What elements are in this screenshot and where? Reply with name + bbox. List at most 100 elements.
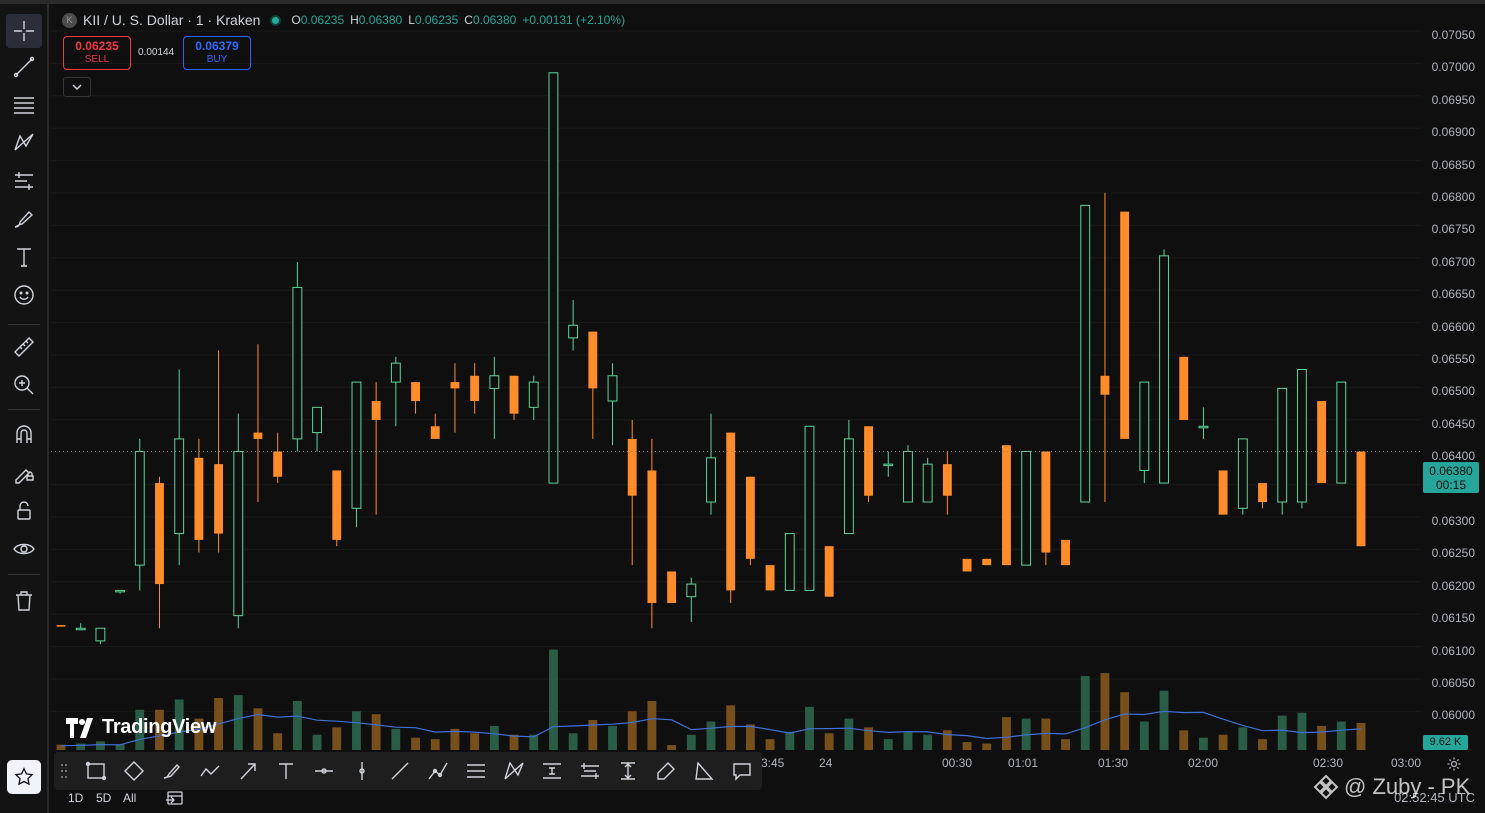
fib-tool[interactable] [6, 88, 42, 122]
price-range-tool[interactable] [538, 757, 566, 785]
callout-tool[interactable] [728, 757, 756, 785]
volume-bar [391, 728, 401, 750]
volume-bar [686, 734, 696, 750]
hide-drawings-tool[interactable] [6, 532, 42, 566]
close-value: 0.06380 [472, 13, 517, 27]
candle-body [824, 546, 834, 597]
polyline-tool[interactable] [424, 757, 452, 785]
candle-body [1317, 401, 1327, 484]
candle-body [390, 362, 401, 383]
user-watermark: @ Zuby - PK [1312, 773, 1470, 801]
symbol-title[interactable]: KII / U. S. Dollar · 1 · Kraken [83, 12, 260, 28]
ruler-tool[interactable] [6, 330, 42, 364]
chevron-down-icon [72, 84, 82, 90]
path-icon [200, 765, 220, 777]
sell-button[interactable]: 0.06235 SELL [63, 36, 131, 70]
price-tick: 0.06700 [1431, 254, 1475, 269]
close-label: C [464, 13, 473, 27]
market-status-icon[interactable] [270, 14, 282, 26]
lock-drawings-icon [15, 469, 34, 484]
ruler-icon [14, 337, 34, 357]
buy-label: BUY [206, 54, 228, 65]
volume-bar [726, 705, 736, 750]
crosshair-tool[interactable] [6, 14, 42, 48]
zoom-in-icon [14, 375, 34, 395]
arrow-tool[interactable] [234, 757, 262, 785]
volume-bar [1120, 692, 1130, 750]
binance-icon [1313, 774, 1339, 800]
candle-body [95, 627, 106, 642]
highlighter-tool[interactable] [652, 757, 680, 785]
volume-bar [470, 733, 480, 750]
rotated-rectangle-tool[interactable] [120, 757, 148, 785]
arrow-icon [240, 763, 256, 780]
trend-line-tool[interactable] [6, 50, 42, 84]
price-axis[interactable]: 0.07050 0.07000 0.06950 0.06900 0.06850 0.068… [1421, 4, 1485, 750]
zoom-in-tool[interactable] [6, 368, 42, 402]
candle-body [411, 382, 420, 402]
pattern-icon [14, 133, 34, 151]
price-tick: 0.06800 [1431, 190, 1475, 204]
range-5d-button[interactable]: 5D [96, 791, 111, 805]
candle-body [56, 625, 66, 627]
date-range-button[interactable] [165, 789, 185, 807]
price-tick: 0.06550 [1431, 352, 1475, 366]
range-all-button[interactable]: All [123, 791, 136, 805]
chart-settings-button[interactable] [1446, 756, 1462, 772]
line-tool[interactable] [386, 757, 414, 785]
triangle-tool[interactable] [690, 757, 718, 785]
volume-label: 9.62 K [1423, 735, 1468, 750]
lock-drawings-tool[interactable] [6, 456, 42, 490]
candle-body [1061, 539, 1070, 566]
volume-bar [903, 731, 913, 750]
candle-body [1159, 255, 1169, 484]
emoji-tool[interactable] [6, 278, 42, 312]
text-tool[interactable] [6, 240, 42, 274]
time-tick: 00:30 [942, 756, 973, 770]
time-tick: 01:01 [1008, 756, 1039, 770]
collapse-legend-button[interactable] [63, 77, 91, 97]
candle-body [548, 72, 559, 484]
date-range-tool[interactable] [576, 757, 604, 785]
text-draw-tool[interactable] [272, 757, 300, 785]
price-tick: 0.06950 [1431, 92, 1475, 107]
last-price-label: 0.06380 00:15 [1423, 462, 1479, 493]
pattern-tool[interactable] [6, 126, 42, 160]
path-tool[interactable] [196, 757, 224, 785]
vertical-line-tool[interactable] [348, 757, 376, 785]
change-value: +0.00131 (+2.10%) [522, 13, 626, 27]
line-icon [391, 762, 409, 780]
rectangle-tool[interactable] [82, 757, 110, 785]
date-price-range-tool[interactable] [614, 757, 642, 785]
forecast-tool[interactable] [6, 164, 42, 198]
favorites-button[interactable] [7, 760, 41, 794]
candle-body [843, 438, 854, 535]
brush-icon [163, 763, 180, 779]
candle-body [1258, 483, 1267, 503]
remove-drawings-tool[interactable] [6, 584, 42, 618]
time-tick: 3:45 [761, 756, 785, 770]
candle-body [1218, 470, 1228, 515]
tradingview-logo[interactable]: TradingView [66, 716, 216, 739]
lock-tool[interactable] [6, 494, 42, 528]
chart-pane[interactable] [51, 4, 1421, 750]
brush-tool[interactable] [6, 202, 42, 236]
range-1d-button[interactable]: 1D [68, 791, 83, 805]
candle-body [647, 470, 657, 604]
horizontal-ray-tool[interactable] [310, 757, 338, 785]
candle-body [489, 375, 500, 389]
candlestick-chart[interactable] [51, 4, 1421, 750]
candle-body [371, 401, 381, 420]
magnet-tool[interactable] [6, 418, 42, 452]
buy-button[interactable]: 0.06379 BUY [183, 36, 251, 70]
price-tick: 0.06850 [1431, 157, 1475, 172]
brush-draw-tool[interactable] [158, 757, 186, 785]
candle-body [233, 451, 244, 617]
drag-handle-icon[interactable] [60, 762, 68, 780]
volume-bar [489, 725, 499, 750]
pitchfork-tool[interactable] [500, 757, 528, 785]
time-tick: 24 [819, 756, 833, 770]
volume-bar [1297, 712, 1307, 750]
candle-body [1080, 204, 1091, 503]
parallel-channel-tool[interactable] [462, 757, 490, 785]
